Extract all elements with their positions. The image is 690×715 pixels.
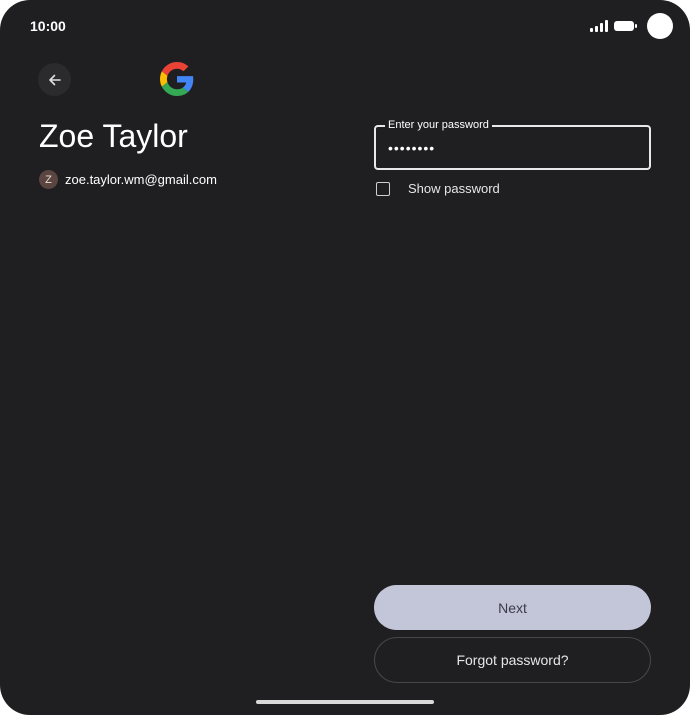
account-name: Zoe Taylor — [39, 118, 188, 154]
signal-icon — [590, 20, 608, 32]
password-input[interactable] — [388, 140, 628, 156]
battery-icon — [614, 21, 637, 31]
camera-cutout — [647, 13, 673, 39]
account-email: zoe.taylor.wm@gmail.com — [65, 172, 217, 187]
password-field-label: Enter your password — [385, 118, 492, 132]
home-indicator[interactable] — [256, 700, 434, 704]
arrow-left-icon — [48, 74, 61, 85]
show-password-checkbox[interactable] — [376, 181, 390, 196]
back-button[interactable] — [38, 63, 71, 96]
show-password-label: Show password — [408, 181, 500, 196]
forgot-password-button[interactable]: Forgot password? — [374, 637, 651, 683]
password-field[interactable]: Enter your password — [374, 118, 651, 170]
device-screen: 10:00 Zoe Taylor Z zoe.taylor.wm@gmail.c… — [0, 0, 690, 715]
status-time: 10:00 — [30, 18, 66, 34]
avatar: Z — [39, 170, 58, 189]
next-button[interactable]: Next — [374, 585, 651, 630]
status-icons — [590, 20, 637, 32]
google-g-logo — [160, 62, 194, 96]
account-chip: Z zoe.taylor.wm@gmail.com — [39, 170, 217, 189]
show-password-toggle[interactable]: Show password — [376, 181, 500, 196]
